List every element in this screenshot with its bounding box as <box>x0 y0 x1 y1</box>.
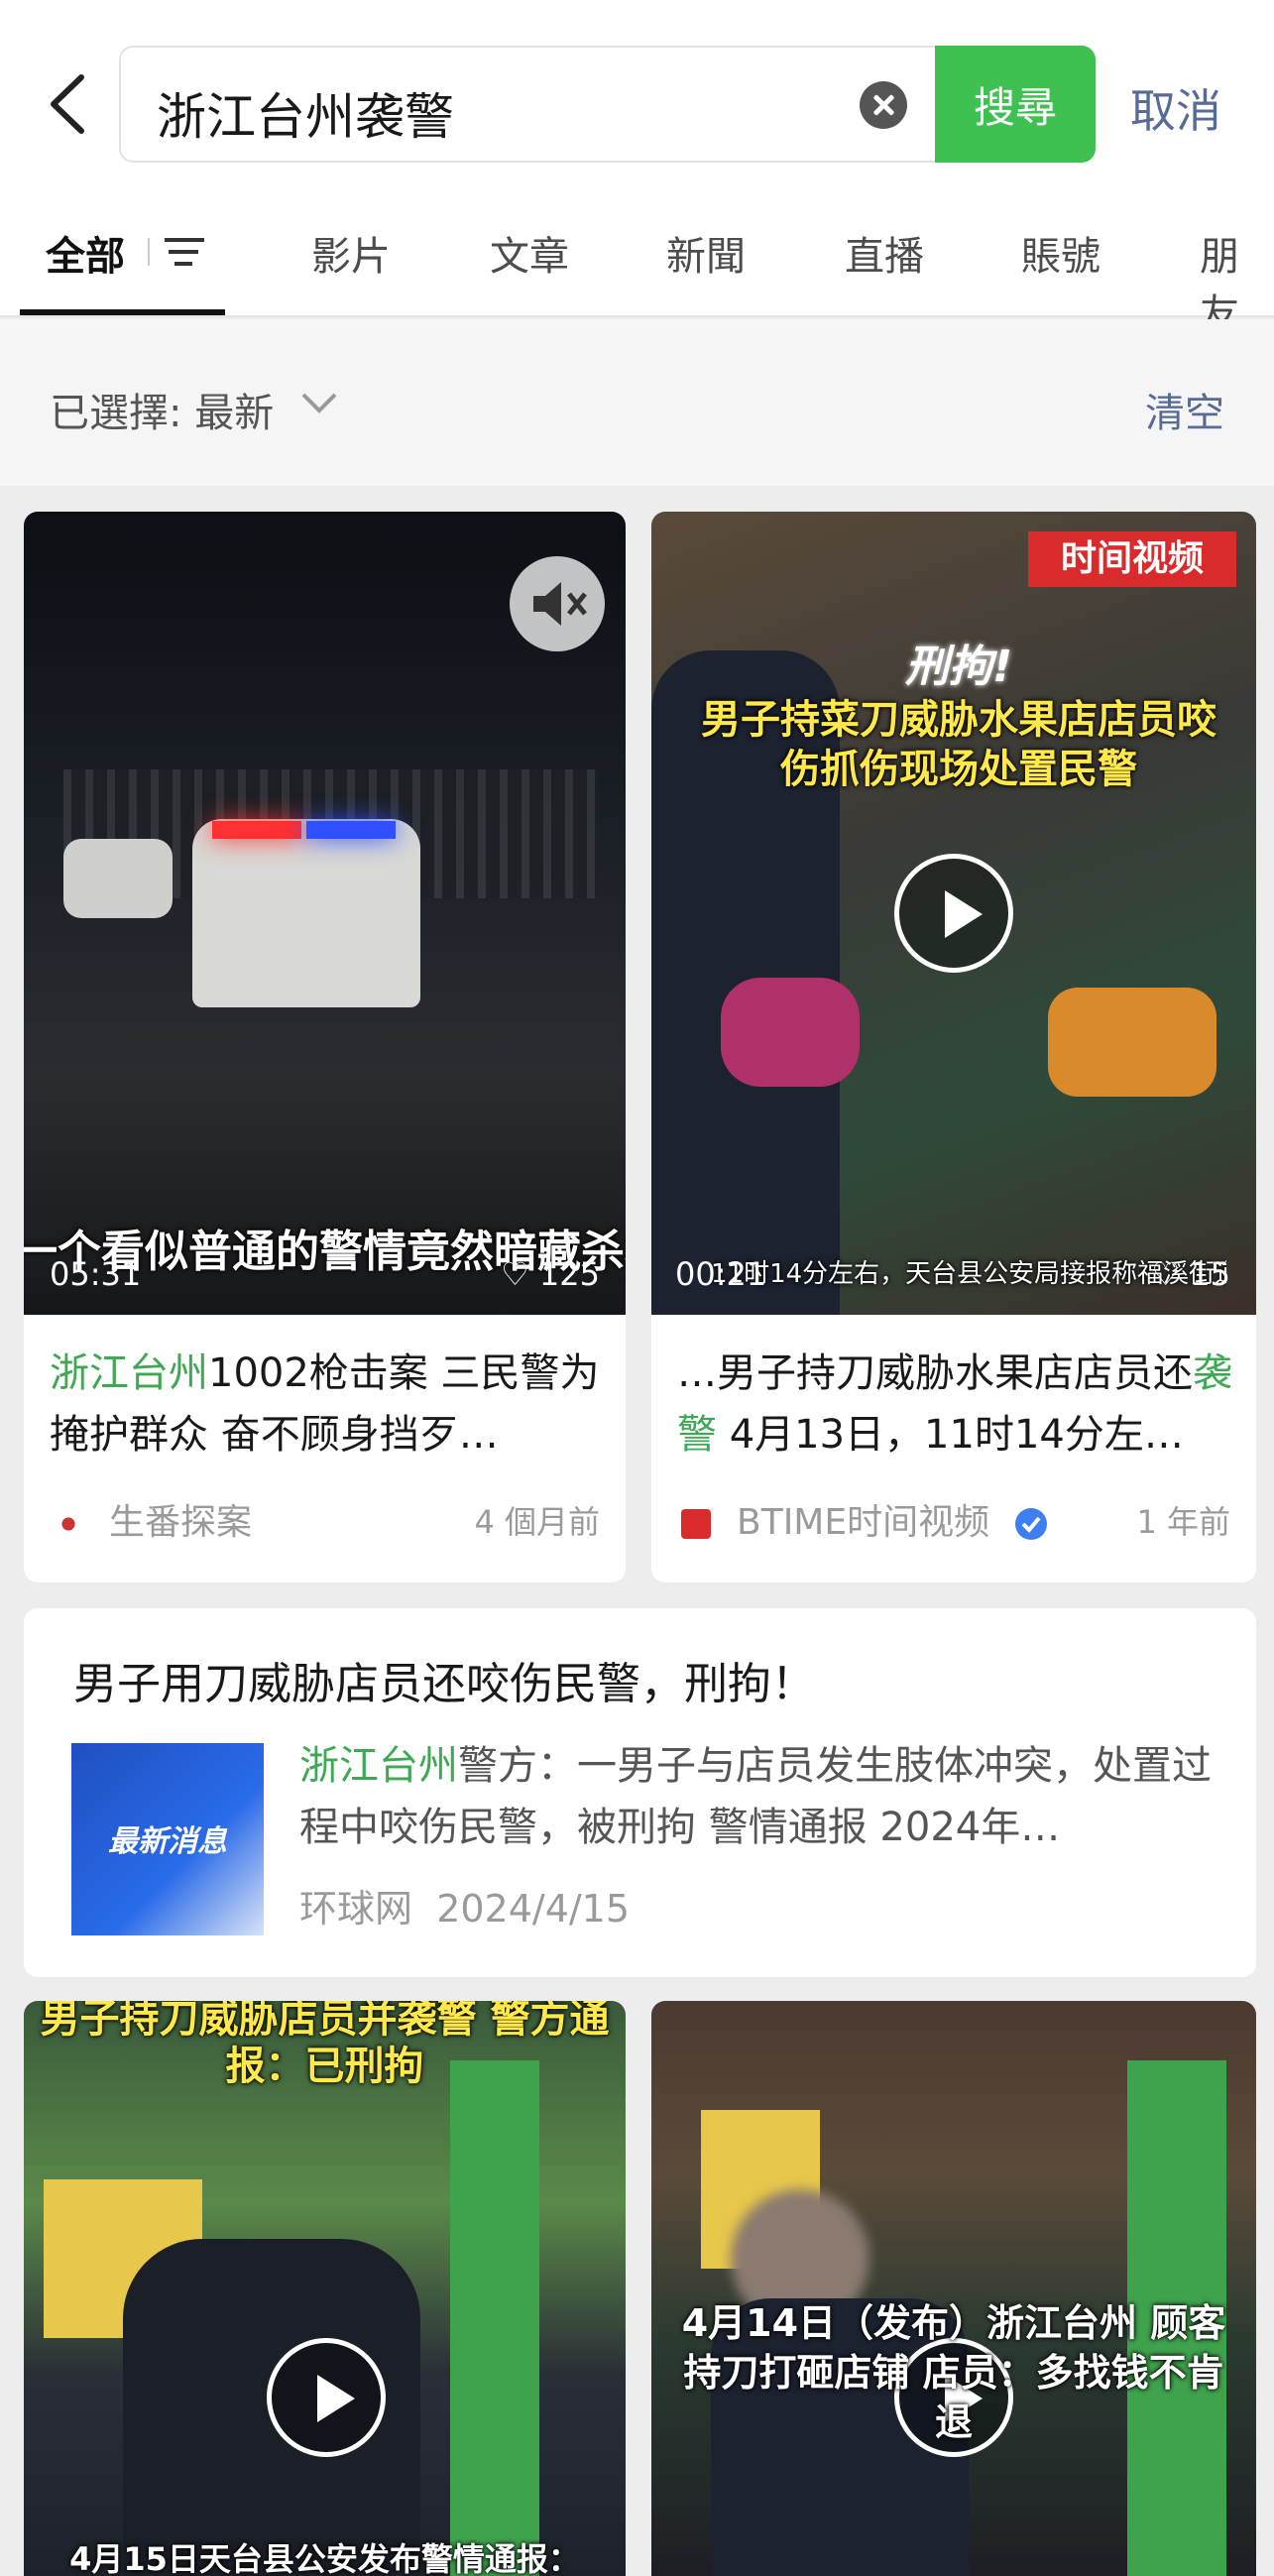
clear-filter-button[interactable]: 清空 <box>1145 381 1224 438</box>
video-thumbnail[interactable]: 男子持刀威胁店员并袭警 警方通报：已刑拘 4月15日天台县公安发布警情通报： <box>24 2001 626 2576</box>
like-count: ♡ 125 <box>501 1255 600 1293</box>
search-button[interactable]: 搜尋 <box>935 46 1096 163</box>
source-name: BTIME时间视频 <box>737 1502 990 1543</box>
video-card[interactable]: 男子持刀威胁店员并袭警 警方通报：已刑拘 4月15日天台县公安发布警情通报： <box>24 2001 626 2576</box>
video-overlay-tag: 刑拘! <box>904 642 1013 692</box>
post-age: 1 年前 <box>1136 1503 1230 1541</box>
video-overlay-headline: 男子持刀威胁店员并袭警 警方通报：已刑拘 <box>40 2001 610 2089</box>
title-text: 4月13日，11时14分左… <box>717 1412 1184 1458</box>
tab-articles[interactable]: 文章 <box>490 224 569 282</box>
tab-all[interactable]: 全部 <box>46 224 125 282</box>
article-thumbnail-text: 最新消息 <box>108 1824 227 1859</box>
article-meta: 环球网 2024/4/15 <box>299 1878 630 1932</box>
video-source[interactable]: 生番探案 <box>54 1493 252 1545</box>
siren-red <box>212 821 301 839</box>
filter-icon[interactable] <box>147 232 206 272</box>
article-source: 环球网 <box>299 1887 413 1931</box>
tab-live[interactable]: 直播 <box>845 224 924 282</box>
video-duration: 05:31 <box>50 1255 142 1293</box>
article-date: 2024/4/15 <box>436 1887 631 1931</box>
video-card[interactable]: 4月14日（发布）浙江台州 顾客持刀打砸店铺 店员：多找钱不肯退 <box>651 2001 1256 2576</box>
siren-blue <box>306 821 396 839</box>
video-thumbnail[interactable]: 时间视频 刑拘! 男子持菜刀威胁水果店店员咬伤抓伤现场处置民警 11时14分左右… <box>651 512 1256 1315</box>
video-subtitle: 4月15日天台县公安发布警情通报： <box>69 2540 580 2576</box>
like-count-value: 125 <box>538 1255 600 1293</box>
verified-icon <box>1014 1508 1047 1540</box>
video-card[interactable]: 时间视频 刑拘! 男子持菜刀威胁水果店店员咬伤抓伤现场处置民警 11时14分左右… <box>651 512 1256 1582</box>
channel-badge: 时间视频 <box>1028 531 1236 587</box>
mute-icon <box>533 582 587 626</box>
video-thumbnail[interactable]: 4月14日（发布）浙江台州 顾客持刀打砸店铺 店员：多找钱不肯退 <box>651 2001 1256 2576</box>
mute-button[interactable] <box>510 556 605 651</box>
snippet-highlight: 浙江台州 <box>299 1743 458 1789</box>
chevron-down-icon[interactable] <box>299 389 339 418</box>
video-source[interactable]: BTIME时间视频 <box>681 1493 1049 1545</box>
clear-search-icon[interactable] <box>860 81 907 129</box>
tab-accounts[interactable]: 賬號 <box>1021 224 1100 282</box>
filter-bar: 已選擇: 最新 清空 <box>0 319 1274 486</box>
article-title[interactable]: 男子用刀威胁店员还咬伤民警，刑拘！ <box>73 1648 815 1711</box>
source-name: 生番探案 <box>109 1502 253 1543</box>
filter-selected-label[interactable]: 已選擇: 最新 <box>50 381 274 438</box>
oranges-graphic <box>1048 988 1216 1097</box>
video-duration: 00:21 <box>675 1255 767 1293</box>
source-logo-icon <box>681 1509 711 1539</box>
police-car-graphic <box>192 819 420 1007</box>
fruit-graphic <box>721 978 860 1087</box>
top-bar: 浙江台州袭警 搜尋 取消 全部 影片 文章 新聞 直播 賬號 朋友 <box>0 0 1274 337</box>
like-count: ♡ 15 <box>1151 1255 1230 1293</box>
article-thumbnail[interactable]: 最新消息 <box>71 1743 264 1935</box>
play-icon[interactable] <box>894 854 1013 973</box>
video-title[interactable]: 浙江台州1002枪击案 三民警为掩护群众 奋不顾身挡歹… <box>50 1343 605 1465</box>
video-thumbnail[interactable]: 一个看似普通的警情竟然暗藏杀机 05:31 ♡ 125 <box>24 512 626 1315</box>
active-tab-indicator <box>20 309 225 315</box>
video-card[interactable]: 一个看似普通的警情竟然暗藏杀机 05:31 ♡ 125 浙江台州1002枪击案 … <box>24 512 626 1582</box>
play-icon[interactable] <box>267 2338 386 2457</box>
article-snippet: 浙江台州警方：一男子与店员发生肢体冲突，处置过程中咬伤民警，被刑拘 警情通报 2… <box>299 1735 1221 1858</box>
tab-videos[interactable]: 影片 <box>311 224 391 282</box>
tab-bar: 全部 影片 文章 新聞 直播 賬號 朋友 <box>0 208 1274 337</box>
video-overlay-headline: 男子持菜刀威胁水果店店员咬伤抓伤现场处置民警 <box>701 697 1216 792</box>
tab-news[interactable]: 新聞 <box>666 224 746 282</box>
title-prefix: …男子持刀威胁水果店店员还 <box>677 1350 1193 1396</box>
post-age: 4 個月前 <box>474 1503 600 1541</box>
source-logo-icon <box>54 1509 83 1539</box>
parked-car-graphic <box>63 839 173 918</box>
video-title[interactable]: …男子持刀威胁水果店店员还袭警 4月13日，11时14分左… <box>677 1343 1232 1465</box>
like-count-value: 15 <box>1190 1255 1230 1293</box>
pillar-graphic <box>450 2060 539 2576</box>
search-query[interactable]: 浙江台州袭警 <box>157 77 454 149</box>
back-arrow-icon[interactable] <box>40 69 99 139</box>
video-overlay-headline: 4月14日（发布）浙江台州 顾客持刀打砸店铺 店员：多找钱不肯退 <box>681 2301 1226 2444</box>
title-highlight: 浙江台州 <box>50 1350 208 1396</box>
cancel-button[interactable]: 取消 <box>1130 75 1221 141</box>
article-card[interactable]: 男子用刀威胁店员还咬伤民警，刑拘！ 最新消息 浙江台州警方：一男子与店员发生肢体… <box>24 1608 1256 1977</box>
video-subtitle: 11时14分左右，天台县公安局接报称福溪街道一水果店有人打架 <box>711 1259 1226 1289</box>
